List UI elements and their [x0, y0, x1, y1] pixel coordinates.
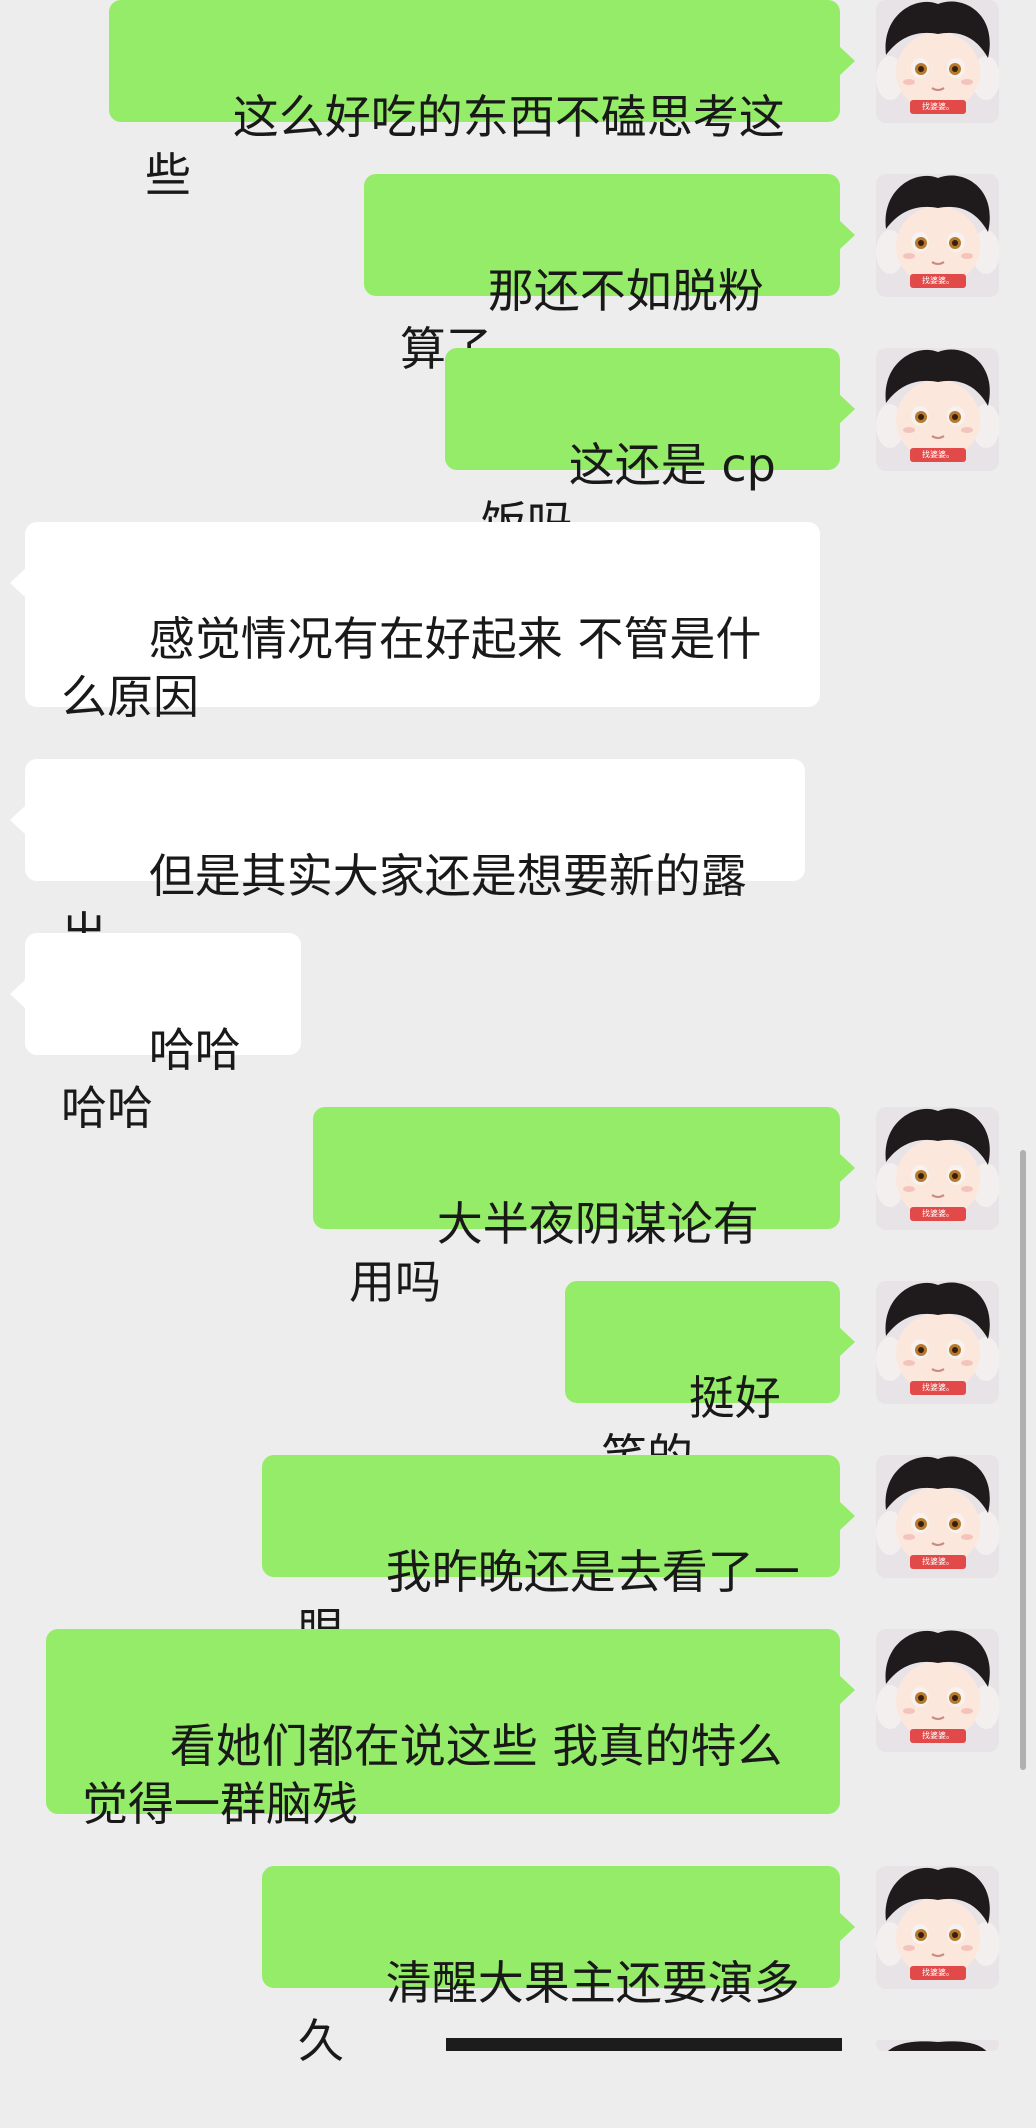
message-bubble[interactable]: 哈哈哈哈	[10, 933, 301, 1135]
avatar-badge-text: 找婆婆。	[922, 102, 954, 111]
message-text: 清醒大果主还要演多久	[298, 1956, 800, 2068]
user-avatar[interactable]: 找婆婆。	[876, 0, 999, 123]
avatar-badge-text: 找婆婆。	[922, 450, 954, 459]
image-message-partial[interactable]	[446, 2038, 842, 2051]
user-avatar[interactable]: 找婆婆。	[876, 174, 999, 297]
user-avatar[interactable]: 找婆婆。	[876, 348, 999, 471]
message-bubble[interactable]: 大半夜阴谋论有用吗	[313, 1107, 855, 1309]
message-text: 哈哈哈哈	[61, 1023, 241, 1135]
avatar-badge-text: 找婆婆。	[922, 1731, 954, 1740]
user-avatar[interactable]: 找婆婆。	[876, 1866, 999, 1989]
message-bubble[interactable]: 但是其实大家还是想要新的露出	[10, 759, 805, 961]
user-avatar[interactable]: 找婆婆。	[876, 1455, 999, 1578]
message-bubble[interactable]: 看她们都在说这些 我真的特么觉得一群脑残	[46, 1629, 855, 1831]
avatar-badge-text: 找婆婆。	[922, 1209, 954, 1218]
user-avatar[interactable]: 找婆婆。	[876, 1107, 999, 1230]
avatar-badge-text: 找婆婆。	[922, 1968, 954, 1977]
message-bubble[interactable]: 清醒大果主还要演多久	[262, 1866, 855, 2068]
user-avatar[interactable]	[876, 2038, 999, 2051]
message-text: 感觉情况有在好起来 不管是什么原因	[61, 612, 762, 724]
avatar-badge-text: 找婆婆。	[922, 276, 954, 285]
message-bubble[interactable]: 这还是 cp 饭吗	[445, 348, 855, 550]
user-avatar[interactable]: 找婆婆。	[876, 1629, 999, 1752]
scrollbar[interactable]	[1020, 1150, 1026, 1770]
message-bubble[interactable]: 挺好笑的	[565, 1281, 855, 1483]
avatar-badge-text: 找婆婆。	[922, 1383, 954, 1392]
message-text: 看她们都在说这些 我真的特么觉得一群脑残	[82, 1719, 783, 1831]
avatar-badge-text: 找婆婆。	[922, 1557, 954, 1566]
plush-doll-avatar-icon	[876, 2040, 999, 2051]
message-bubble[interactable]: 感觉情况有在好起来 不管是什么原因	[10, 522, 820, 724]
message-bubble[interactable]: 我昨晚还是去看了一眼	[262, 1455, 855, 1657]
message-bubble[interactable]: 那还不如脱粉算了	[364, 174, 855, 376]
message-bubble[interactable]: 这么好吃的东西不磕思考这些	[109, 0, 855, 202]
user-avatar[interactable]: 找婆婆。	[876, 1281, 999, 1404]
